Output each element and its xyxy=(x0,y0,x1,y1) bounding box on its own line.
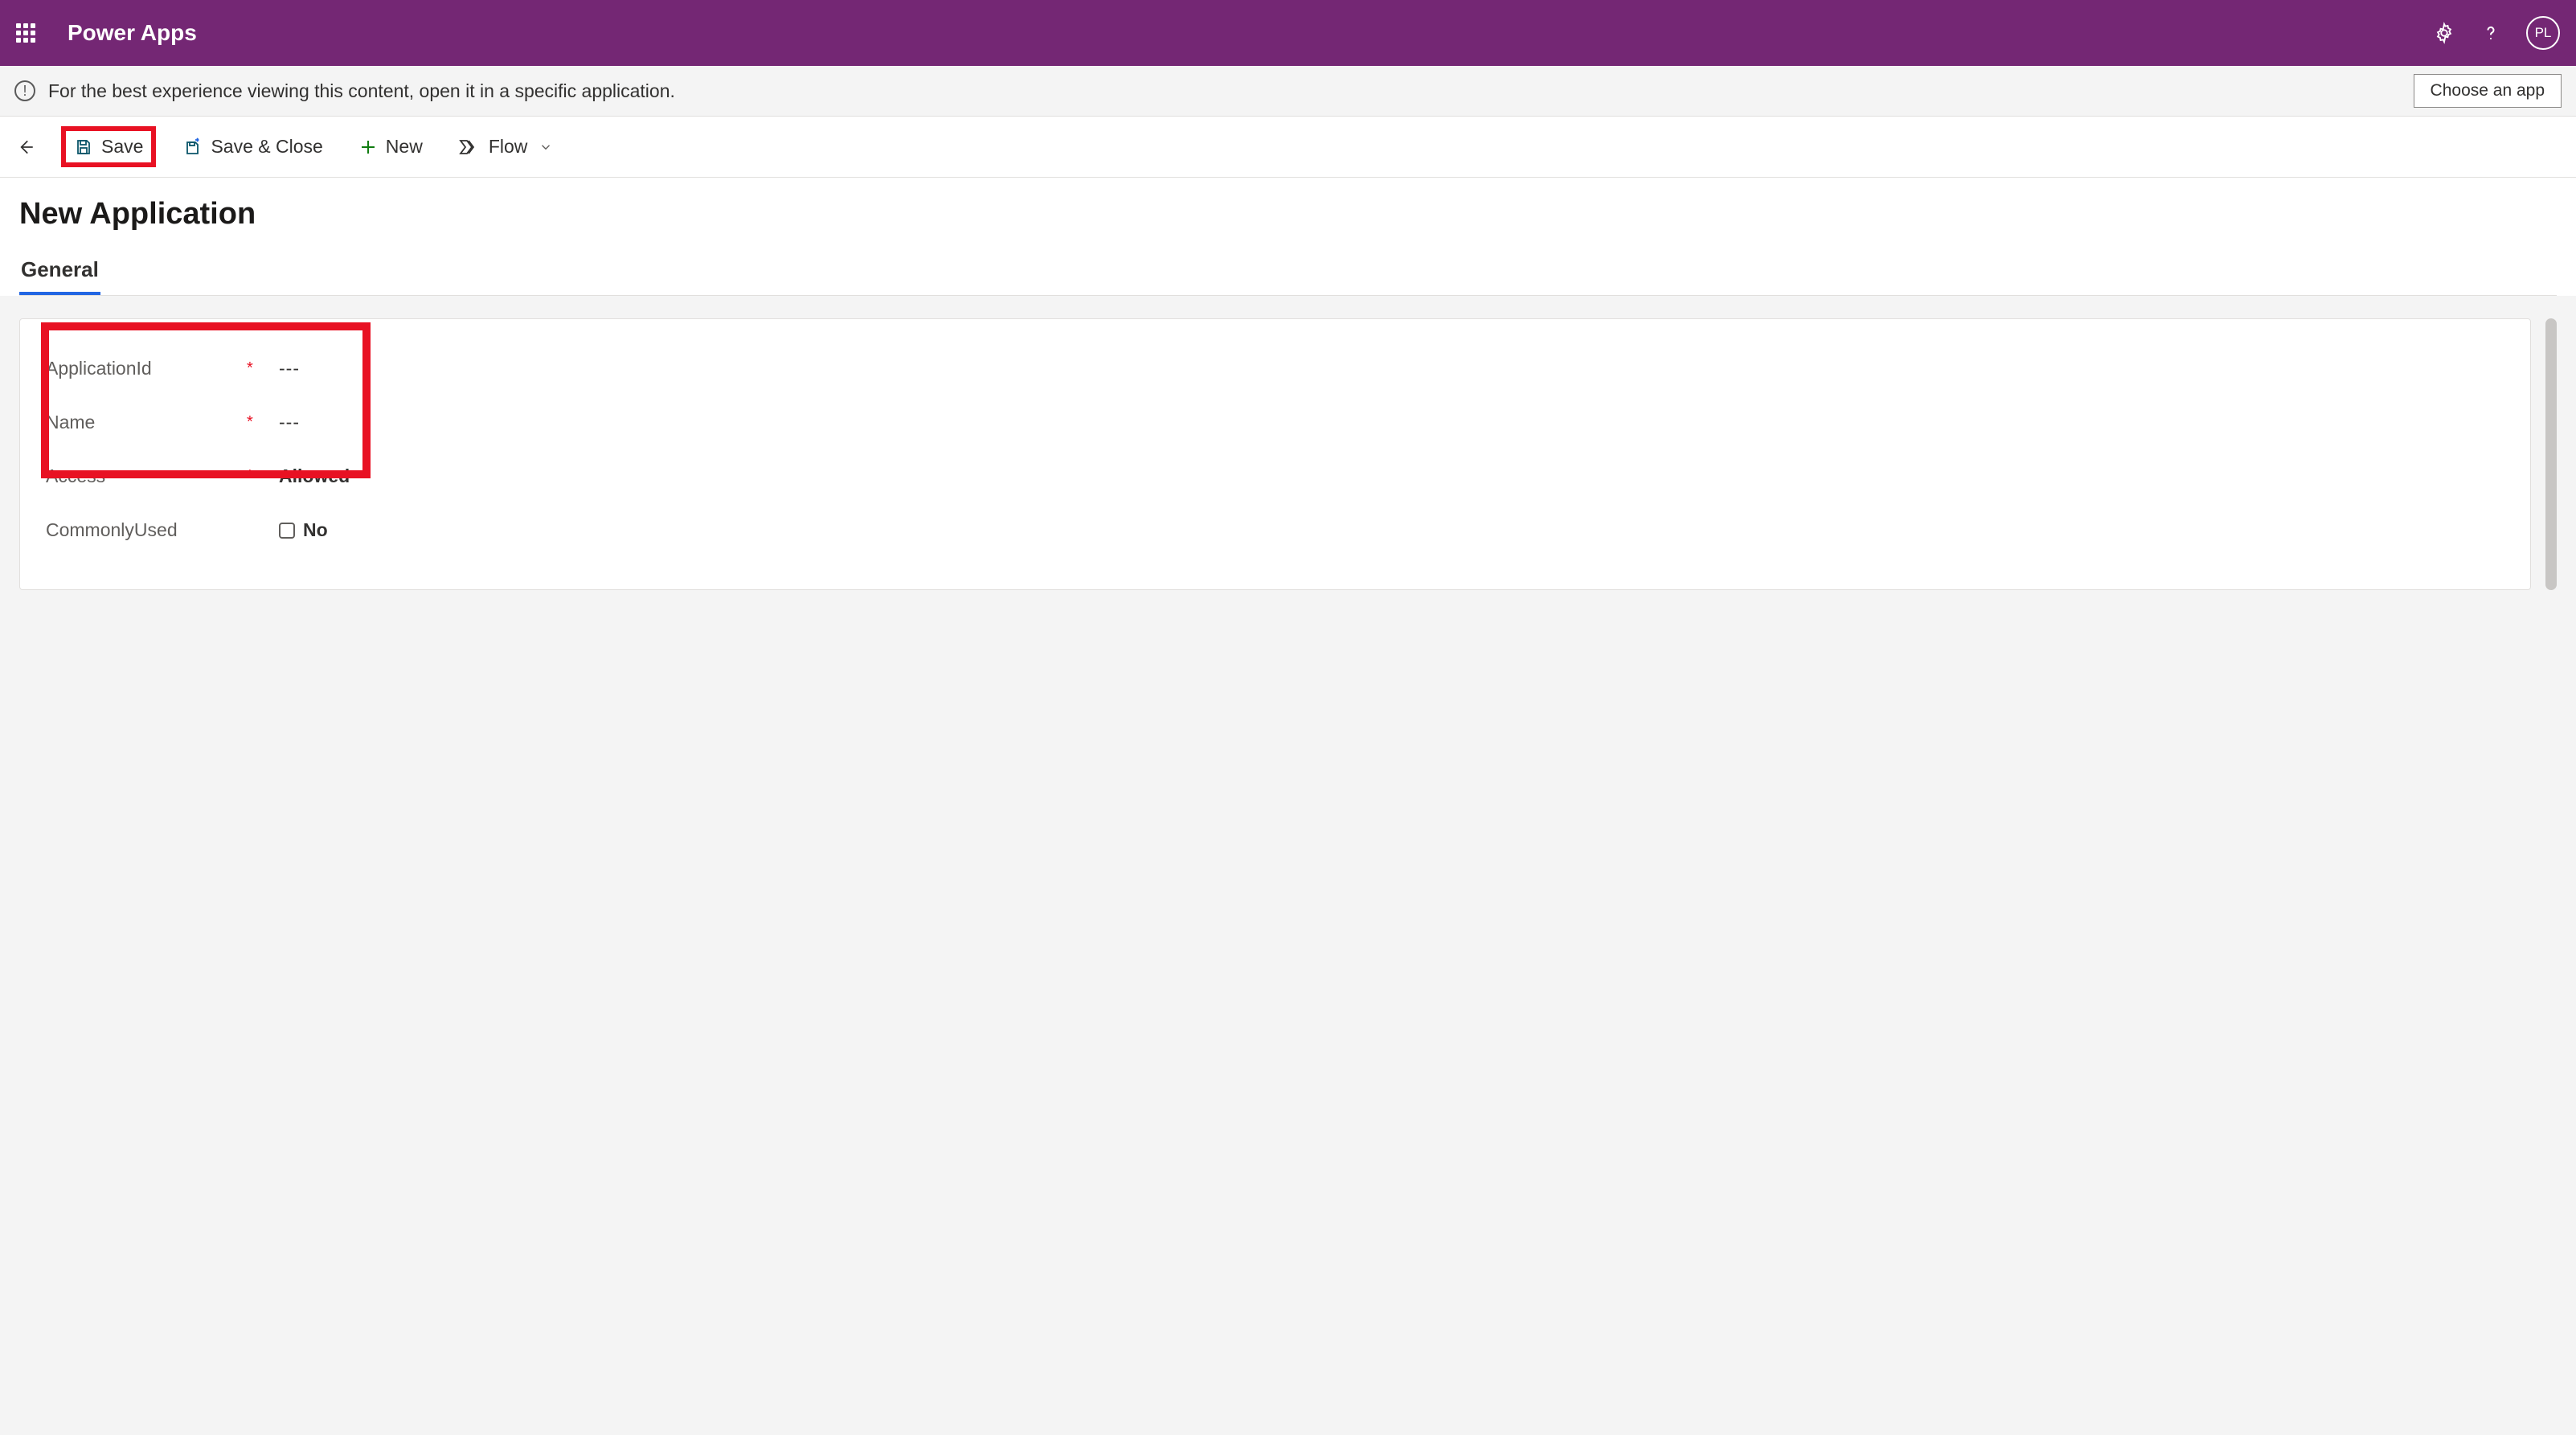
page-title: New Application xyxy=(19,197,2557,232)
required-indicator: * xyxy=(247,359,279,378)
settings-icon[interactable] xyxy=(2433,22,2455,44)
field-label: CommonlyUsed xyxy=(46,519,247,541)
field-value[interactable]: No xyxy=(279,519,328,541)
new-button[interactable]: New xyxy=(350,131,431,162)
user-avatar[interactable]: PL xyxy=(2526,16,2560,50)
save-button[interactable]: Save xyxy=(61,126,156,167)
field-label: ApplicationId xyxy=(46,358,247,379)
info-icon: ! xyxy=(14,80,35,101)
save-close-label: Save & Close xyxy=(211,136,322,158)
content-area: New Application General xyxy=(0,178,2576,296)
notice-text: For the best experience viewing this con… xyxy=(48,80,2414,102)
field-value[interactable]: Allowed xyxy=(279,465,350,487)
brand-label: Power Apps xyxy=(68,20,197,46)
save-close-button[interactable]: Save & Close xyxy=(175,131,330,162)
scrollbar[interactable] xyxy=(2545,318,2557,590)
form-card: ApplicationId * --- Name * --- Access * … xyxy=(19,318,2531,590)
tab-general[interactable]: General xyxy=(19,251,100,295)
tabs: General xyxy=(19,251,2557,296)
field-label: Access xyxy=(46,465,247,487)
flow-button[interactable]: Flow xyxy=(450,131,562,162)
field-applicationid[interactable]: ApplicationId * --- xyxy=(46,342,2504,396)
app-header: Power Apps PL xyxy=(0,0,2576,66)
command-bar: Save Save & Close New Flow xyxy=(0,117,2576,178)
save-label: Save xyxy=(101,136,143,158)
field-name[interactable]: Name * --- xyxy=(46,396,2504,449)
checkbox-label: No xyxy=(303,519,328,541)
back-button[interactable] xyxy=(14,137,35,158)
flow-label: Flow xyxy=(489,136,528,158)
required-indicator: * xyxy=(247,413,279,432)
field-value[interactable]: --- xyxy=(279,412,300,433)
commonlyused-checkbox[interactable] xyxy=(279,523,295,539)
chevron-down-icon xyxy=(539,140,553,154)
choose-app-button[interactable]: Choose an app xyxy=(2414,74,2562,108)
field-commonlyused[interactable]: CommonlyUsed No xyxy=(46,503,2504,557)
waffle-icon[interactable] xyxy=(16,23,35,43)
field-label: Name xyxy=(46,412,247,433)
form-wrapper: ApplicationId * --- Name * --- Access * … xyxy=(0,296,2576,609)
field-access[interactable]: Access * Allowed xyxy=(46,449,2504,503)
new-label: New xyxy=(386,136,423,158)
help-icon[interactable] xyxy=(2480,22,2502,44)
required-indicator: * xyxy=(247,467,279,486)
field-value[interactable]: --- xyxy=(279,358,300,379)
notice-bar: ! For the best experience viewing this c… xyxy=(0,66,2576,117)
